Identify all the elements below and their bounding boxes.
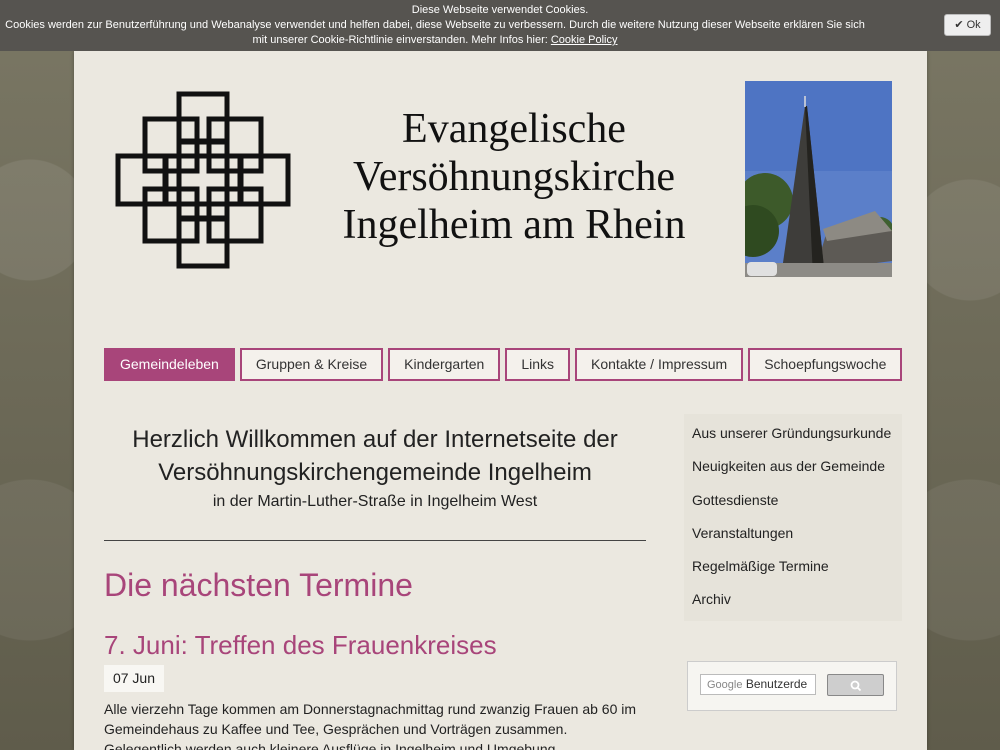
title-line-3: Ingelheim am Rhein: [342, 202, 686, 248]
church-title: Evangelische Versöhnungskirche Ingelheim…: [304, 105, 724, 249]
welcome-subtitle: in der Martin-Luther-Straße in Ingelheim…: [212, 493, 538, 510]
search-input[interactable]: Google Benutzerde: [700, 674, 816, 695]
sidebar-item-gruendungsurkunde[interactable]: Aus unserer Gründungsurkunde: [684, 417, 902, 450]
search-button[interactable]: [827, 674, 884, 696]
cookie-message: Cookies werden zur Benutzerführung und W…: [5, 19, 865, 46]
check-icon: ✔: [954, 19, 964, 31]
cookie-title: Diese Webseite verwendet Cookies.: [411, 4, 589, 16]
nav-item-kindergarten[interactable]: Kindergarten: [388, 348, 501, 381]
cookie-policy-link[interactable]: Cookie Policy: [551, 34, 618, 46]
cookie-text: Cookies werden zur Benutzerführung und W…: [0, 18, 940, 48]
google-brand: Google: [707, 679, 743, 691]
sidebar-item-gottesdienste[interactable]: Gottesdienste: [684, 484, 902, 517]
search-placeholder: Benutzerde: [745, 677, 808, 691]
church-logo: [115, 91, 291, 269]
content-divider: [104, 540, 646, 541]
nav-item-gemeindeleben[interactable]: Gemeindeleben: [104, 348, 235, 381]
sidebar-item-neuigkeiten[interactable]: Neuigkeiten aus der Gemeinde: [684, 450, 902, 483]
title-line-1: Evangelische: [402, 106, 626, 152]
cookie-ok-button[interactable]: ✔ Ok: [944, 14, 991, 36]
event-description: Alle vierzehn Tage kommen am Donnerstagn…: [104, 701, 637, 750]
section-title: Die nächsten Termine: [104, 567, 413, 603]
sidebar-item-veranstaltungen[interactable]: Veranstaltungen: [684, 517, 902, 550]
welcome-heading-line-2: Versöhnungskirchengemeinde Ingelheim: [158, 459, 592, 486]
welcome-block: Herzlich Willkommen auf der Internetseit…: [104, 423, 646, 514]
sidebar-item-archiv[interactable]: Archiv: [684, 583, 902, 616]
nav-item-schoepfungswoche[interactable]: Schoepfungswoche: [748, 348, 903, 381]
search-widget: Google Benutzerde: [687, 661, 897, 711]
cookie-ok-label: Ok: [966, 19, 981, 31]
event-date-badge: 07 Jun: [104, 665, 164, 692]
welcome-heading-line-1: Herzlich Willkommen auf der Internetseit…: [132, 426, 618, 453]
main-nav: Gemeindeleben Gruppen & Kreise Kindergar…: [104, 348, 903, 381]
page-container: Evangelische Versöhnungskirche Ingelheim…: [74, 51, 927, 750]
nav-item-gruppen-kreise[interactable]: Gruppen & Kreise: [239, 348, 384, 381]
event-title-link[interactable]: 7. Juni: Treffen des Frauenkreises: [104, 629, 497, 661]
search-icon: [850, 680, 862, 692]
church-photo: [745, 81, 892, 277]
nav-item-kontakte-impressum[interactable]: Kontakte / Impressum: [575, 348, 744, 381]
cookie-banner: Diese Webseite verwendet Cookies. Cookie…: [0, 0, 1000, 51]
sidebar-item-regelmaessige-termine[interactable]: Regelmäßige Termine: [684, 550, 902, 583]
title-line-2: Versöhnungskirche: [353, 154, 675, 200]
nav-item-links[interactable]: Links: [505, 348, 571, 381]
sidebar-nav: Aus unserer Gründungsurkunde Neuigkeiten…: [684, 414, 902, 621]
